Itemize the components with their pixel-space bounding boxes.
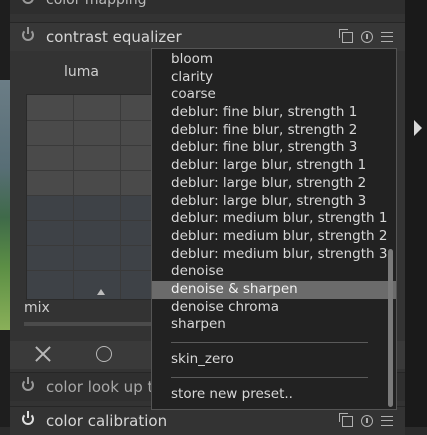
multi-instance-icon[interactable]: [339, 28, 353, 43]
presets-menu-icon[interactable]: [381, 32, 393, 42]
grid-line: [27, 120, 167, 121]
preset-extra-list: skin_zero: [152, 351, 396, 369]
grid-line: [27, 270, 167, 271]
module-title: contrast equalizer: [46, 28, 182, 46]
grid-line: [27, 145, 167, 146]
store-new-preset-item[interactable]: store new preset..: [152, 386, 396, 404]
module-title: color calibration: [46, 412, 168, 430]
preset-item[interactable]: sharpen: [152, 316, 396, 334]
module-title: color mapping: [46, 0, 147, 8]
graph-lower-area: [27, 195, 167, 299]
power-icon[interactable]: [22, 411, 34, 425]
preset-item-skin-zero[interactable]: skin_zero: [152, 351, 396, 369]
preset-item[interactable]: deblur: large blur, strength 2: [152, 175, 396, 193]
preset-item[interactable]: denoise chroma: [152, 299, 396, 317]
multi-instance-icon[interactable]: [339, 412, 353, 427]
grid-line: [73, 95, 74, 299]
preset-item[interactable]: deblur: medium blur, strength 1: [152, 210, 396, 228]
preset-item[interactable]: clarity: [152, 69, 396, 87]
preset-item[interactable]: deblur: fine blur, strength 2: [152, 122, 396, 140]
preset-item[interactable]: deblur: fine blur, strength 1: [152, 104, 396, 122]
menu-separator: [171, 376, 368, 378]
preset-item[interactable]: deblur: large blur, strength 3: [152, 193, 396, 211]
reset-icon[interactable]: [361, 31, 373, 43]
grid-line: [27, 195, 167, 196]
right-border: [405, 0, 427, 427]
preset-item[interactable]: bloom: [152, 51, 396, 69]
grid-line: [27, 170, 167, 171]
power-icon[interactable]: [22, 0, 34, 4]
power-icon[interactable]: [22, 377, 34, 391]
reset-icon[interactable]: [361, 415, 373, 427]
menu-separator: [171, 342, 368, 343]
module-header-icons: [339, 28, 393, 43]
equalizer-graph[interactable]: [26, 94, 168, 300]
close-icon[interactable]: [35, 346, 51, 362]
preset-item[interactable]: deblur: medium blur, strength 3: [152, 246, 396, 264]
image-preview: [0, 80, 10, 330]
preset-item[interactable]: denoise: [152, 263, 396, 281]
mix-slider[interactable]: [24, 322, 154, 326]
preset-item[interactable]: deblur: fine blur, strength 3: [152, 139, 396, 157]
preset-list: bloom clarity coarse deblur: fine blur, …: [152, 49, 396, 334]
preset-store-list: store new preset..: [152, 386, 396, 404]
preset-item[interactable]: deblur: large blur, strength 1: [152, 157, 396, 175]
module-header-color-calibration[interactable]: color calibration: [10, 406, 405, 435]
collapse-right-panel-arrow-icon[interactable]: [414, 120, 422, 136]
preset-item[interactable]: deblur: medium blur, strength 2: [152, 228, 396, 246]
presets-popup-menu: bloom clarity coarse deblur: fine blur, …: [151, 48, 397, 410]
power-icon[interactable]: [22, 27, 34, 41]
menu-scrollbar[interactable]: [388, 249, 393, 407]
module-header-icons: [339, 412, 393, 427]
tab-luma[interactable]: luma: [64, 64, 99, 80]
grid-line: [27, 220, 167, 221]
preset-item-selected[interactable]: denoise & sharpen: [152, 280, 396, 299]
module-header-color-mapping[interactable]: color mapping: [10, 0, 405, 14]
image-canvas-edge: [0, 0, 10, 427]
mix-label: mix: [24, 300, 50, 316]
grid-line: [27, 245, 167, 246]
presets-menu-icon[interactable]: [381, 416, 393, 426]
slider-marker-icon[interactable]: [97, 289, 105, 295]
circle-icon[interactable]: [96, 346, 112, 362]
module-header-contrast-equalizer[interactable]: contrast equalizer: [10, 22, 405, 51]
grid-line: [120, 95, 121, 299]
module-title: color look up t: [46, 378, 154, 396]
preset-item[interactable]: coarse: [152, 86, 396, 104]
